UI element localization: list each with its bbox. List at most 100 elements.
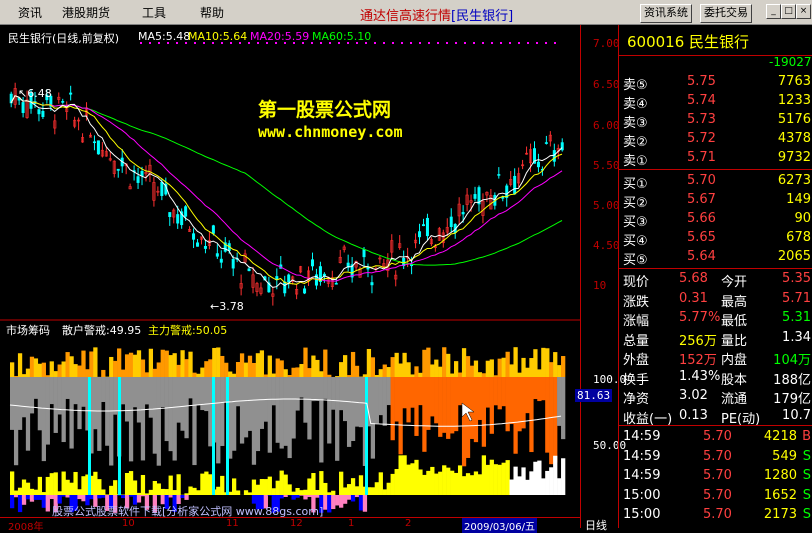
lower-panel-title: 市场筹码 xyxy=(6,322,50,338)
bid-label: 买⑤ xyxy=(623,249,648,268)
menu-help[interactable]: 帮助 xyxy=(200,4,224,21)
ask-price: 5.75 xyxy=(687,74,716,89)
chip-bar xyxy=(177,377,181,423)
retail-bar xyxy=(291,492,295,495)
retail-bar xyxy=(30,489,34,495)
retail-bar xyxy=(153,481,157,495)
main-bar xyxy=(50,495,54,499)
candle-body xyxy=(42,111,44,116)
retail-bar xyxy=(383,489,387,495)
retail-bar xyxy=(109,486,113,495)
main-bar xyxy=(137,495,141,503)
low-price-label: ←3.78 xyxy=(210,300,244,313)
retail-bar xyxy=(450,471,454,495)
main-bar xyxy=(180,495,184,498)
chip-bar xyxy=(113,377,117,415)
ask-price: 5.72 xyxy=(687,131,716,146)
chip-bar xyxy=(208,377,212,446)
chip-bar xyxy=(371,377,375,459)
retail-bar xyxy=(438,472,442,495)
tick-volume: 1652 xyxy=(764,488,797,503)
volume-bar xyxy=(553,352,557,377)
volume-bar xyxy=(46,375,50,377)
main-bar xyxy=(299,495,303,496)
volume-bar xyxy=(30,357,34,377)
retail-bar xyxy=(38,477,42,495)
ask-price: 5.71 xyxy=(687,150,716,165)
close-icon[interactable]: × xyxy=(796,4,811,19)
volume-bar xyxy=(137,350,141,377)
retail-bar xyxy=(236,490,240,495)
retail-bar xyxy=(529,471,533,495)
maximize-icon[interactable]: □ xyxy=(781,4,796,19)
retail-bar xyxy=(402,455,406,495)
quote-panel: 600016 民生银行 -19027 卖⑤5.757763卖④5.741233卖… xyxy=(618,25,812,528)
main-bar xyxy=(343,495,347,504)
chip-bar xyxy=(161,377,165,407)
volume-bar xyxy=(291,368,295,377)
retail-bar xyxy=(26,483,30,495)
menu-tools[interactable]: 工具 xyxy=(142,4,166,21)
menu-hk-futures[interactable]: 港股期货 xyxy=(62,4,110,21)
retail-bar xyxy=(105,494,109,495)
volume-bar xyxy=(89,351,93,377)
main-bar xyxy=(129,495,133,497)
main-bar xyxy=(34,495,38,500)
quote-row: 买①5.706273 xyxy=(621,172,812,191)
volume-bar xyxy=(117,348,121,377)
trade-button[interactable]: 委托交易 xyxy=(700,4,752,23)
main-bar xyxy=(169,495,173,497)
volume-bar xyxy=(410,374,414,377)
volume-bar xyxy=(272,374,276,377)
chip-bar xyxy=(478,377,482,420)
ma5-legend: MA5:5.48 xyxy=(138,30,190,43)
signal-column xyxy=(88,377,91,495)
chip-bar xyxy=(395,377,399,422)
period-label[interactable]: 日线 xyxy=(585,517,607,533)
info-system-button[interactable]: 资讯系统 xyxy=(640,4,692,23)
volume-bar xyxy=(141,360,145,377)
stat-label: 净资 xyxy=(623,388,649,407)
volume-bar xyxy=(343,355,347,377)
minimize-icon[interactable]: _ xyxy=(766,4,781,19)
volume-bar xyxy=(422,350,426,377)
menu-info[interactable]: 资讯 xyxy=(18,4,42,21)
chip-bar xyxy=(510,377,514,424)
volume-bar xyxy=(307,368,311,377)
volume-bar xyxy=(351,352,355,377)
retail-bar xyxy=(490,460,494,495)
volume-bar xyxy=(466,356,470,377)
volume-bar xyxy=(335,376,339,377)
volume-bar xyxy=(58,364,62,377)
bid-volume: 2065 xyxy=(778,249,811,264)
retail-bar xyxy=(200,474,204,495)
main-bar xyxy=(351,495,355,501)
committee-value: -19027 xyxy=(769,55,812,69)
chip-bar xyxy=(529,377,533,452)
retail-bar xyxy=(494,464,498,495)
chip-bar xyxy=(256,377,260,451)
retail-bar xyxy=(462,476,466,495)
volume-bar xyxy=(395,353,399,377)
chip-bar xyxy=(561,377,565,439)
chip-bar xyxy=(232,377,236,451)
stat-label: 现价 xyxy=(623,271,649,290)
retail-bar xyxy=(161,489,165,495)
retail-bar xyxy=(22,480,26,495)
candle-body xyxy=(426,218,428,236)
retail-bar xyxy=(188,487,192,495)
volume-bar xyxy=(220,356,224,377)
chip-bar xyxy=(533,377,537,399)
quote-row: 现价5.68今开5.35 xyxy=(621,270,812,289)
signal-dot xyxy=(410,42,412,44)
kline-chart[interactable]: 民生银行(日线,前复权) MA5:5.48 MA10:5.64 MA20:5.5… xyxy=(0,25,580,528)
retail-bar xyxy=(220,476,224,495)
retail-bar xyxy=(454,473,458,495)
chip-bar xyxy=(442,377,446,433)
retail-bar xyxy=(395,469,399,495)
chip-bar xyxy=(149,377,153,418)
main-bar xyxy=(42,495,46,508)
chip-bar xyxy=(291,377,295,439)
main-bar xyxy=(331,495,335,509)
chip-bar xyxy=(387,377,391,405)
